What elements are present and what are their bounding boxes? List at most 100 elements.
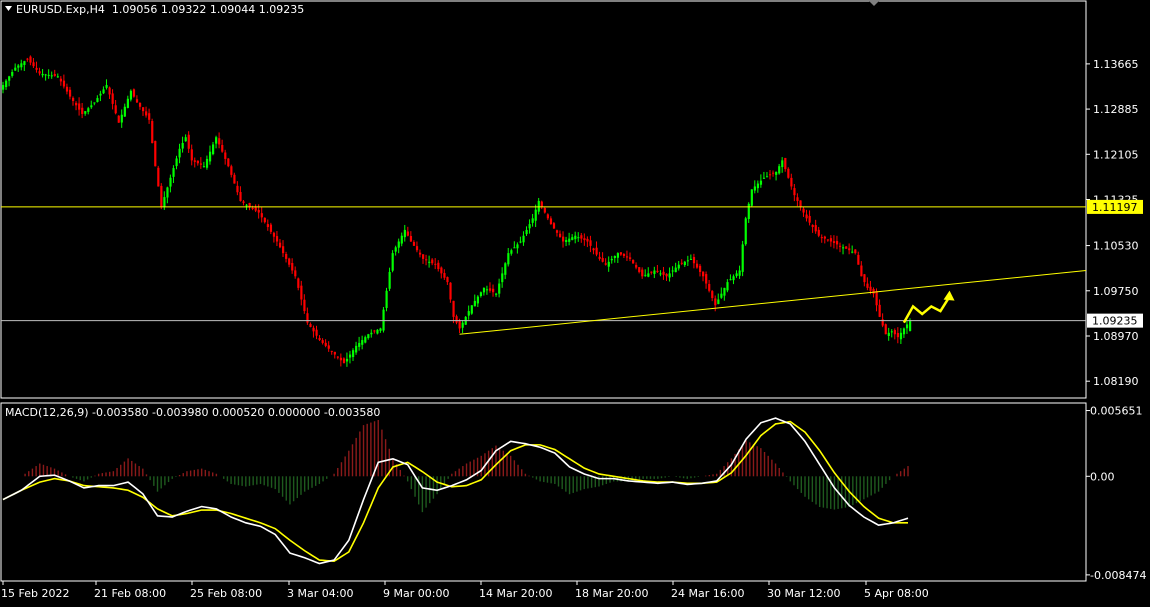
candle-body xyxy=(878,304,881,317)
candle-body xyxy=(272,232,276,237)
time-tick-label: 9 Mar 00:00 xyxy=(383,587,449,600)
candle-body xyxy=(199,163,203,165)
candle-body xyxy=(805,214,808,219)
candle-body xyxy=(224,152,227,159)
candle-body xyxy=(318,338,321,341)
candle-body xyxy=(775,171,778,175)
candle-body xyxy=(686,260,690,262)
candle-body xyxy=(534,209,537,221)
candle-body xyxy=(148,113,151,120)
candle-body xyxy=(181,142,184,149)
candle-body xyxy=(129,90,133,100)
candle-body xyxy=(300,285,303,300)
candle-body xyxy=(732,276,735,281)
candle-body xyxy=(196,160,199,164)
resistance-price-label: 1.11197 xyxy=(1092,201,1138,214)
candle-body xyxy=(832,241,836,243)
candle-body xyxy=(81,107,84,115)
candle-body xyxy=(59,78,63,82)
candle-body xyxy=(674,267,677,273)
candle-body xyxy=(784,157,787,170)
candle-body xyxy=(233,174,236,184)
candle-body xyxy=(698,265,702,272)
candle-body xyxy=(747,203,750,220)
candle-body xyxy=(644,274,647,276)
candle-body xyxy=(820,237,823,239)
candle-body xyxy=(525,229,528,235)
candle-body xyxy=(251,207,254,209)
projection-arrow xyxy=(902,295,951,324)
candle-body xyxy=(504,263,507,275)
candle-body xyxy=(44,74,47,76)
candle-body xyxy=(449,282,452,300)
candle-body xyxy=(425,259,428,261)
candle-body xyxy=(263,217,266,223)
candle-body xyxy=(586,238,589,242)
candle-body xyxy=(205,158,209,168)
candle-body xyxy=(345,358,349,362)
candle-body xyxy=(190,149,193,161)
candle-body xyxy=(212,144,215,155)
price-tick-label: 1.12105 xyxy=(1093,148,1139,161)
chart-window[interactable]: 1.136651.128851.121051.113251.105301.097… xyxy=(0,0,1150,603)
candle-body xyxy=(781,160,784,168)
candle-body xyxy=(23,61,26,65)
candle-body xyxy=(607,261,610,267)
candle-body xyxy=(78,103,81,110)
candle-body xyxy=(546,214,550,219)
candle-body xyxy=(373,330,376,332)
candle-body xyxy=(741,244,744,272)
candle-body xyxy=(899,332,903,340)
candle-body xyxy=(157,167,160,187)
candle-body xyxy=(558,233,562,238)
candle-body xyxy=(909,320,912,332)
candle-body xyxy=(720,293,723,298)
candle-body xyxy=(765,176,769,178)
candle-body xyxy=(169,177,172,187)
candle-body xyxy=(87,108,90,112)
candle-body xyxy=(510,250,513,254)
candle-body xyxy=(90,105,93,108)
candle-body xyxy=(230,166,233,175)
candle-body xyxy=(154,141,157,167)
candle-body xyxy=(202,166,206,168)
candle-body xyxy=(93,102,96,104)
candle-body xyxy=(817,229,820,236)
candle-body xyxy=(56,76,59,78)
chart-canvas[interactable]: 1.136651.128851.121051.113251.105301.097… xyxy=(0,0,1150,603)
candle-body xyxy=(665,273,668,277)
candle-body xyxy=(257,209,260,213)
candle-body xyxy=(376,329,379,334)
candle-body xyxy=(887,332,890,336)
candle-body xyxy=(705,274,708,284)
candle-body xyxy=(653,270,656,274)
candle-body xyxy=(890,331,893,333)
candle-body xyxy=(437,262,440,270)
candle-body xyxy=(635,264,638,268)
candle-body xyxy=(568,238,571,242)
candle-body xyxy=(711,291,714,299)
candle-body xyxy=(738,270,741,276)
candle-body xyxy=(11,71,14,76)
candle-body xyxy=(418,252,422,255)
candle-body xyxy=(184,137,187,142)
candle-body xyxy=(306,313,309,323)
candle-body xyxy=(823,236,826,239)
candle-body xyxy=(336,356,339,358)
candle-body xyxy=(291,262,294,271)
candle-body xyxy=(361,340,364,345)
candle-body xyxy=(75,102,78,106)
candle-body xyxy=(415,246,419,251)
candle-body xyxy=(452,300,455,317)
candle-body xyxy=(811,224,814,228)
candle-body xyxy=(479,292,483,296)
candle-body xyxy=(342,358,346,364)
candle-body xyxy=(315,329,318,336)
candle-body xyxy=(324,342,327,346)
candle-body xyxy=(294,270,297,277)
candle-body xyxy=(650,271,653,273)
candle-body xyxy=(632,259,635,264)
candle-body xyxy=(549,218,553,225)
candle-body xyxy=(595,247,598,255)
price-tick-label: 1.10530 xyxy=(1093,240,1139,253)
